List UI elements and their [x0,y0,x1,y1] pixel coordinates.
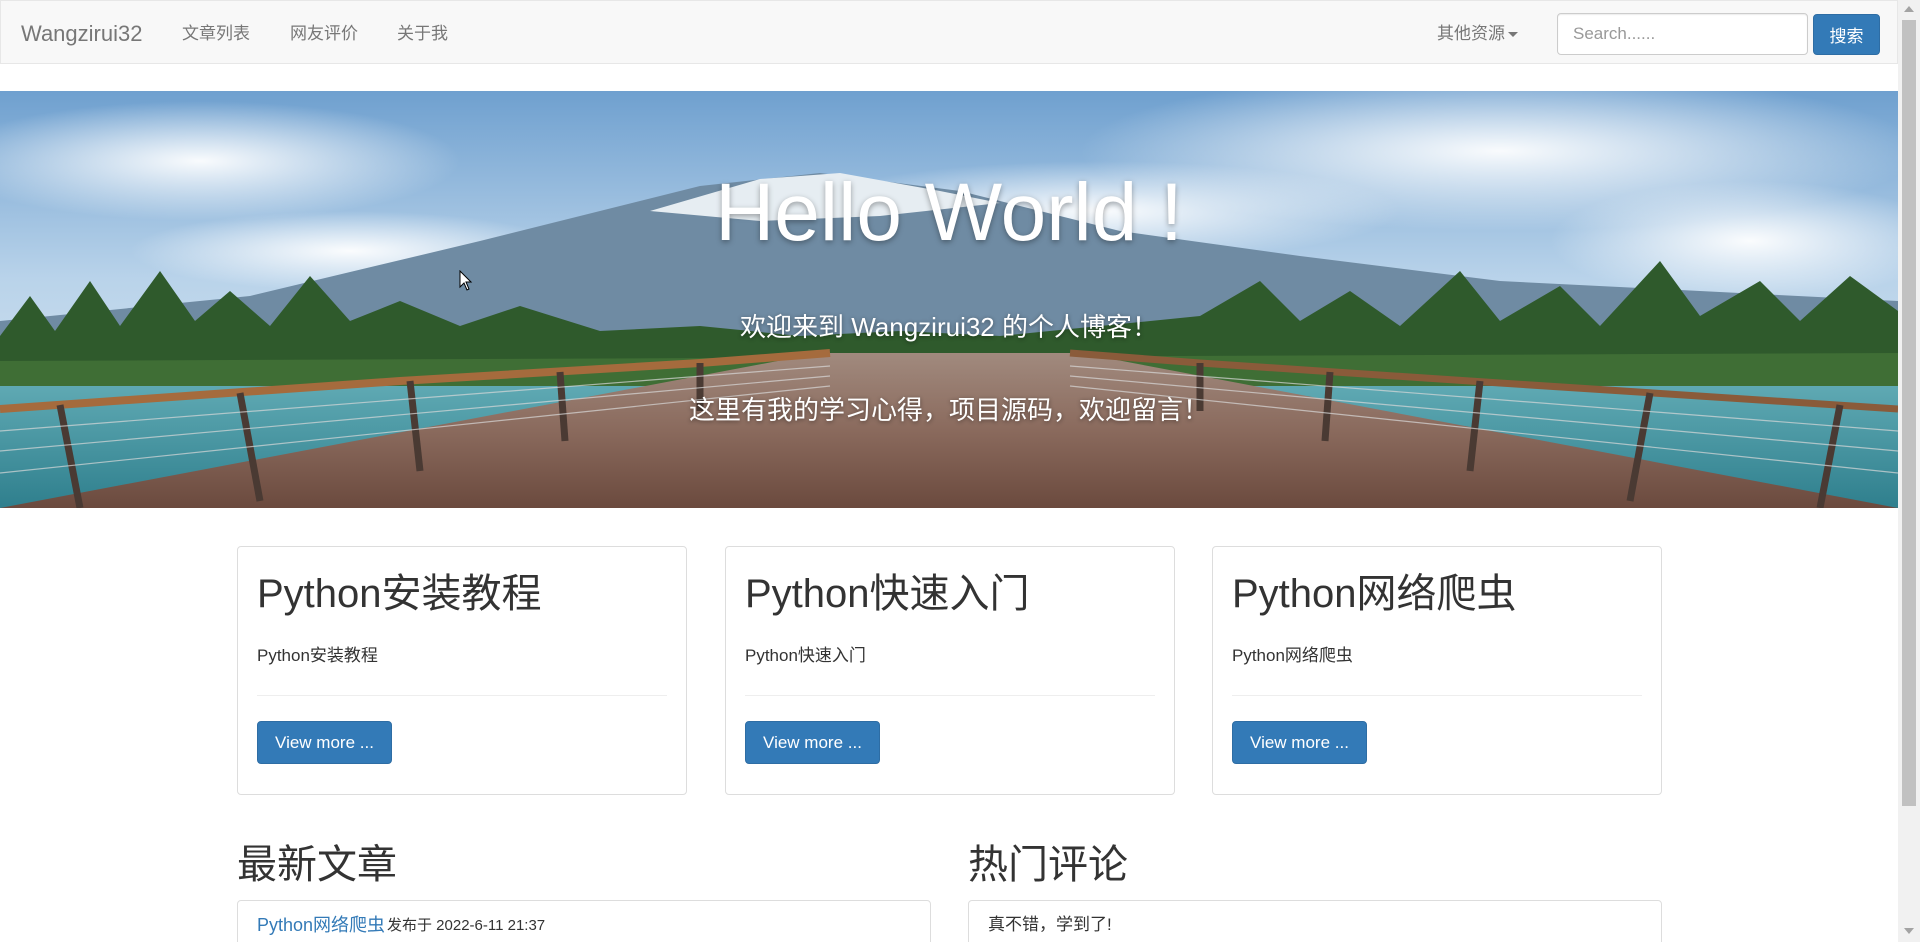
comment-text: 真不错，学到了! [988,915,1112,934]
card-divider [745,695,1155,696]
card-title: Python安装教程 [257,572,542,616]
card-description: Python快速入门 [745,646,866,665]
card-description: Python安装教程 [257,646,378,665]
card-python-install: Python安装教程 Python安装教程 View more ... [237,546,687,795]
hero-banner: Hello World ! 欢迎来到 Wangzirui32 的个人博客！ 这里… [0,91,1898,508]
view-more-button[interactable]: View more ... [257,721,392,764]
hot-comments-heading: 热门评论 [968,843,1128,887]
latest-articles-heading: 最新文章 [237,843,397,887]
latest-articles-panel: Python网络爬虫 发布于 2022-6-11 21:37 [237,900,931,942]
caret-down-icon [1508,32,1518,38]
hot-comments-panel: 真不错，学到了! [968,900,1662,942]
card-python-crawler: Python网络爬虫 Python网络爬虫 View more ... [1212,546,1662,795]
card-divider [1232,695,1642,696]
view-more-button[interactable]: View more ... [745,721,880,764]
top-navbar: Wangzirui32 文章列表 网友评价 关于我 其他资源 搜索 [0,0,1898,64]
other-resources-dropdown[interactable]: 其他资源 [1437,23,1518,45]
card-description: Python网络爬虫 [1232,646,1353,665]
card-divider [257,695,667,696]
article-title-link[interactable]: Python网络爬虫 [257,913,385,937]
dropdown-label: 其他资源 [1437,24,1505,43]
brand-link[interactable]: Wangzirui32 [21,21,142,47]
search-input[interactable] [1557,13,1808,55]
scroll-up-icon[interactable] [1904,6,1914,12]
card-python-quickstart: Python快速入门 Python快速入门 View more ... [725,546,1175,795]
page: Wangzirui32 文章列表 网友评价 关于我 其他资源 搜索 [0,0,1920,942]
nav-link-about[interactable]: 关于我 [397,23,448,45]
card-title: Python网络爬虫 [1232,572,1517,616]
nav-link-reviews[interactable]: 网友评价 [290,23,358,45]
hero-background-image [0,91,1898,508]
vertical-scrollbar[interactable] [1898,0,1920,942]
search-button[interactable]: 搜索 [1813,14,1880,55]
view-more-button[interactable]: View more ... [1232,721,1367,764]
scrollbar-thumb[interactable] [1902,20,1916,806]
nav-link-articles[interactable]: 文章列表 [182,23,250,45]
scroll-down-icon[interactable] [1904,928,1914,934]
hero-subtitle-intro: 这里有我的学习心得，项目源码，欢迎留言！ [688,395,1209,425]
card-title: Python快速入门 [745,572,1030,616]
hero-subtitle-welcome: 欢迎来到 Wangzirui32 的个人博客！ [740,312,1158,342]
mouse-cursor-icon [459,270,473,291]
hero-title: Hello World ! [715,167,1183,258]
article-publish-meta: 发布于 2022-6-11 21:37 [387,917,546,934]
